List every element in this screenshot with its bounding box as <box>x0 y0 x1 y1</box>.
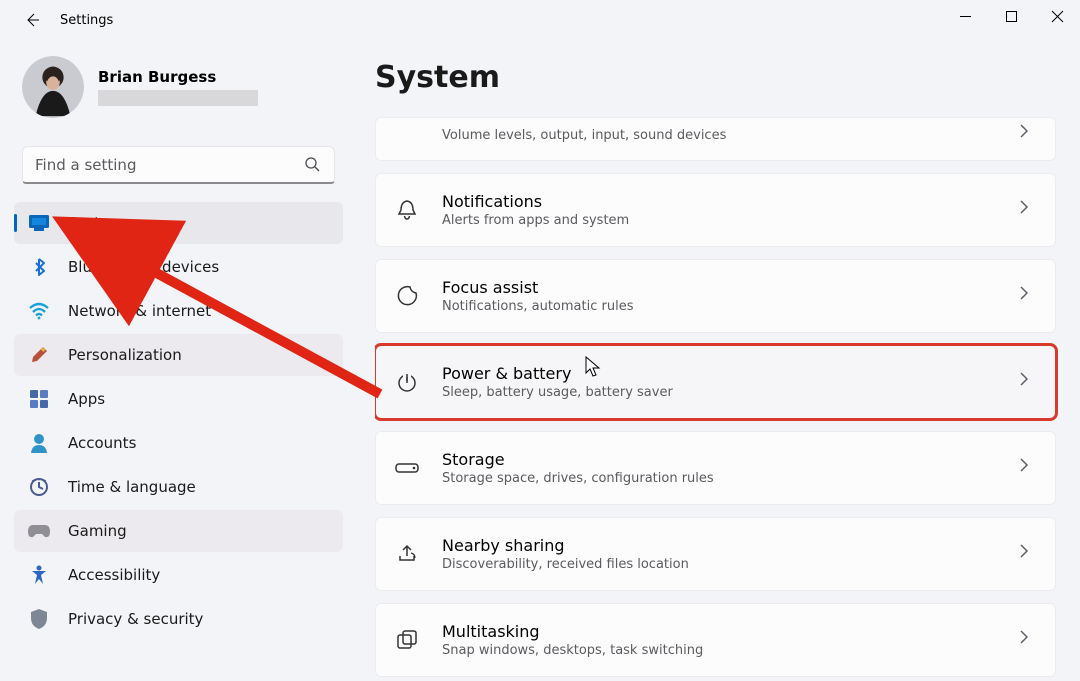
back-button[interactable] <box>18 6 46 34</box>
focus-icon <box>392 281 422 311</box>
sidebar-item-label: Bluetooth & devices <box>68 258 219 276</box>
card-sound[interactable]: Volume levels, output, input, sound devi… <box>375 117 1056 161</box>
sidebar-item-system[interactable]: System <box>14 202 343 244</box>
card-notifications[interactable]: Notifications Alerts from apps and syste… <box>375 173 1056 247</box>
sidebar-item-gaming[interactable]: Gaming <box>14 510 343 552</box>
card-title: Multitasking <box>442 622 1017 641</box>
sidebar-item-label: Gaming <box>68 522 127 540</box>
card-title: Power & battery <box>442 364 1017 383</box>
personalization-icon <box>28 344 50 366</box>
titlebar: Settings <box>0 0 1080 40</box>
sidebar-item-accessibility[interactable]: Accessibility <box>14 554 343 596</box>
card-subtitle: Sleep, battery usage, battery saver <box>442 385 1017 400</box>
system-icon <box>28 212 50 234</box>
chevron-right-icon <box>1017 457 1039 479</box>
power-icon <box>392 367 422 397</box>
time-icon <box>28 476 50 498</box>
profile-block[interactable]: Brian Burgess <box>14 46 343 134</box>
gaming-icon <box>28 520 50 542</box>
search-placeholder: Find a setting <box>35 156 304 174</box>
sidebar-item-apps[interactable]: Apps <box>14 378 343 420</box>
chevron-right-icon <box>1017 199 1039 221</box>
card-subtitle: Snap windows, desktops, task switching <box>442 643 1017 658</box>
multitasking-icon <box>392 625 422 655</box>
privacy-icon <box>28 608 50 630</box>
card-power[interactable]: Power & battery Sleep, battery usage, ba… <box>375 345 1056 419</box>
chevron-right-icon <box>1017 629 1039 651</box>
card-multitasking[interactable]: Multitasking Snap windows, desktops, tas… <box>375 603 1056 677</box>
chevron-right-icon <box>1017 285 1039 307</box>
main-panel: System Volume levels, output, input, sou… <box>347 40 1068 677</box>
card-storage[interactable]: Storage Storage space, drives, configura… <box>375 431 1056 505</box>
window-controls <box>942 0 1080 32</box>
chevron-right-icon <box>1017 543 1039 565</box>
card-title: Nearby sharing <box>442 536 1017 555</box>
profile-name: Brian Burgess <box>98 68 258 86</box>
sidebar-item-label: Time & language <box>68 478 196 496</box>
apps-icon <box>28 388 50 410</box>
card-nearby[interactable]: Nearby sharing Discoverability, received… <box>375 517 1056 591</box>
notifications-icon <box>392 195 422 225</box>
search-icon <box>304 156 322 174</box>
nearby-icon <box>392 539 422 569</box>
network-icon <box>28 300 50 322</box>
card-subtitle: Alerts from apps and system <box>442 213 1017 228</box>
sidebar-item-label: Privacy & security <box>68 610 203 628</box>
card-subtitle: Notifications, automatic rules <box>442 299 1017 314</box>
sidebar-item-network[interactable]: Network & internet <box>14 290 343 332</box>
card-subtitle: Discoverability, received files location <box>442 557 1017 572</box>
card-focus[interactable]: Focus assist Notifications, automatic ru… <box>375 259 1056 333</box>
sidebar-item-bluetooth[interactable]: Bluetooth & devices <box>14 246 343 288</box>
maximize-button[interactable] <box>988 0 1034 32</box>
sidebar-item-label: Accounts <box>68 434 136 452</box>
sidebar-item-time[interactable]: Time & language <box>14 466 343 508</box>
card-title: Focus assist <box>442 278 1017 297</box>
card-subtitle: Storage space, drives, configuration rul… <box>442 471 1017 486</box>
sidebar-item-privacy[interactable]: Privacy & security <box>14 598 343 640</box>
accessibility-icon <box>28 564 50 586</box>
bluetooth-icon <box>28 256 50 278</box>
storage-icon <box>392 453 422 483</box>
minimize-button[interactable] <box>942 0 988 32</box>
sidebar-item-label: Apps <box>68 390 105 408</box>
sidebar-item-label: System <box>68 214 124 232</box>
accounts-icon <box>28 432 50 454</box>
close-button[interactable] <box>1034 0 1080 32</box>
sidebar: Brian Burgess Find a setting System Bluet… <box>12 40 347 677</box>
card-title: Notifications <box>442 192 1017 211</box>
chevron-right-icon <box>1017 371 1039 393</box>
sidebar-item-label: Network & internet <box>68 302 211 320</box>
sidebar-item-label: Accessibility <box>68 566 160 584</box>
card-title: Storage <box>442 450 1017 469</box>
sound-icon <box>392 119 422 149</box>
avatar <box>22 56 84 118</box>
profile-email-redacted <box>98 90 258 106</box>
page-title: System <box>375 60 1062 95</box>
window-title: Settings <box>60 13 113 28</box>
chevron-right-icon <box>1017 123 1039 145</box>
sidebar-item-personalization[interactable]: Personalization <box>14 334 343 376</box>
search-input[interactable]: Find a setting <box>22 146 335 184</box>
card-subtitle: Volume levels, output, input, sound devi… <box>442 128 1017 143</box>
sidebar-item-accounts[interactable]: Accounts <box>14 422 343 464</box>
sidebar-item-label: Personalization <box>68 346 182 364</box>
